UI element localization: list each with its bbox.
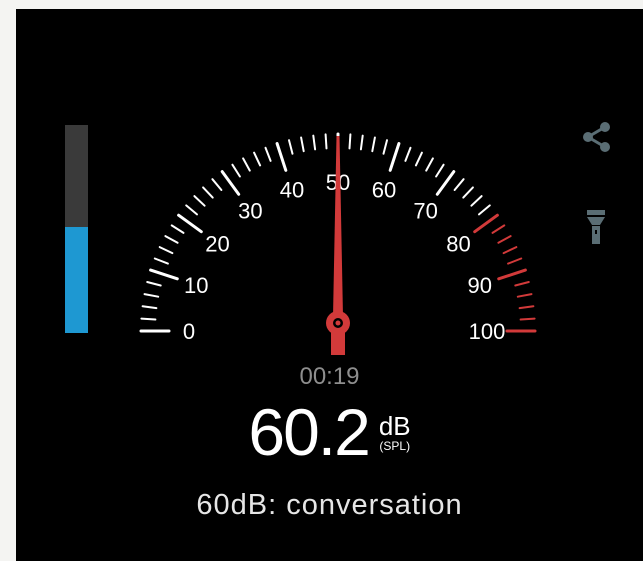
gauge-minor-tick [453, 178, 465, 191]
gauge-minor-tick [193, 195, 206, 207]
gauge-minor-tick [348, 133, 352, 150]
gauge-minor-tick [231, 163, 241, 178]
gauge-minor-tick [470, 195, 483, 207]
gauge-scale-label: 0 [183, 319, 195, 344]
gauge-minor-tick [371, 136, 376, 153]
gauge-major-tick [388, 142, 401, 172]
decibel-unit: dB (SPL) [379, 413, 411, 453]
gauge-minor-tick [462, 186, 474, 199]
noise-description: 60dB: conversation [196, 489, 463, 521]
gauge-minor-tick [514, 281, 530, 287]
gauge-major-tick [149, 268, 179, 281]
gauge-minor-tick [519, 317, 536, 321]
gauge-scale-label: 90 [467, 273, 491, 298]
gauge-scale-label: 60 [372, 177, 396, 202]
elapsed-timer: 00:19 [299, 363, 360, 390]
gauge-needle-pin [335, 320, 341, 326]
gauge-scale-label: 100 [469, 319, 506, 344]
unit-sub-label: (SPL) [379, 439, 411, 453]
gauge-scale-label: 70 [413, 199, 437, 224]
gauge-minor-tick [164, 235, 179, 244]
gauge-minor-tick [516, 293, 533, 298]
gauge-minor-tick [425, 157, 434, 172]
gauge-minor-tick [141, 305, 158, 310]
gauge-minor-tick [140, 317, 157, 321]
gauge-minor-tick [518, 305, 535, 310]
gauge-minor-tick [491, 224, 506, 234]
gauge-minor-tick [264, 146, 272, 162]
gauge-minor-tick [404, 146, 412, 162]
share-icon[interactable] [580, 120, 614, 154]
gauge-minor-tick [414, 151, 423, 167]
decibel-reading: 60.2 dB (SPL) [16, 399, 643, 465]
gauge-minor-tick [185, 204, 198, 216]
gauge-major-tick [275, 142, 288, 172]
gauge-minor-tick [170, 224, 185, 234]
gauge-minor-tick [359, 134, 364, 151]
gauge-major-tick [220, 170, 241, 196]
gauge-minor-tick [253, 151, 262, 167]
decibel-value: 60.2 [248, 395, 370, 469]
gauge-scale-label: 10 [184, 273, 208, 298]
gauge-minor-tick [242, 157, 251, 172]
gauge-minor-tick [143, 293, 160, 298]
gauge-minor-tick [497, 235, 512, 244]
gauge-minor-tick [435, 163, 445, 178]
gauge-scale-label: 30 [238, 199, 262, 224]
sound-meter-screen: 0102030405060708090100 00:19 60.2 dB (SP… [16, 9, 643, 561]
gauge-major-tick [435, 170, 456, 196]
gauge-minor-tick [153, 257, 169, 265]
gauge-minor-tick [300, 136, 305, 153]
gauge-minor-tick [146, 281, 162, 287]
gauge-major-tick [473, 213, 499, 234]
gauge-minor-tick [158, 246, 174, 255]
gauge-needle [333, 136, 343, 317]
gauge-dial: 0102030405060708090100 [139, 132, 537, 355]
gauge-minor-tick [502, 246, 518, 255]
gauge-minor-tick [478, 204, 491, 216]
gauge-major-tick [497, 268, 527, 281]
gauge-scale-label: 40 [280, 177, 304, 202]
gauge-minor-tick [288, 139, 294, 155]
gauge-minor-tick [324, 133, 328, 150]
gauge-minor-tick [211, 178, 223, 191]
gauge-scale-label: 80 [446, 231, 470, 256]
gauge-minor-tick [382, 139, 388, 155]
gauge-scale-label: 20 [205, 231, 229, 256]
gauge-minor-tick [312, 134, 317, 151]
gauge-minor-tick [507, 257, 523, 265]
gauge-major-tick [177, 213, 203, 234]
flashlight-icon[interactable] [585, 209, 607, 245]
unit-label: dB [378, 411, 411, 441]
gauge-minor-tick [202, 186, 214, 199]
